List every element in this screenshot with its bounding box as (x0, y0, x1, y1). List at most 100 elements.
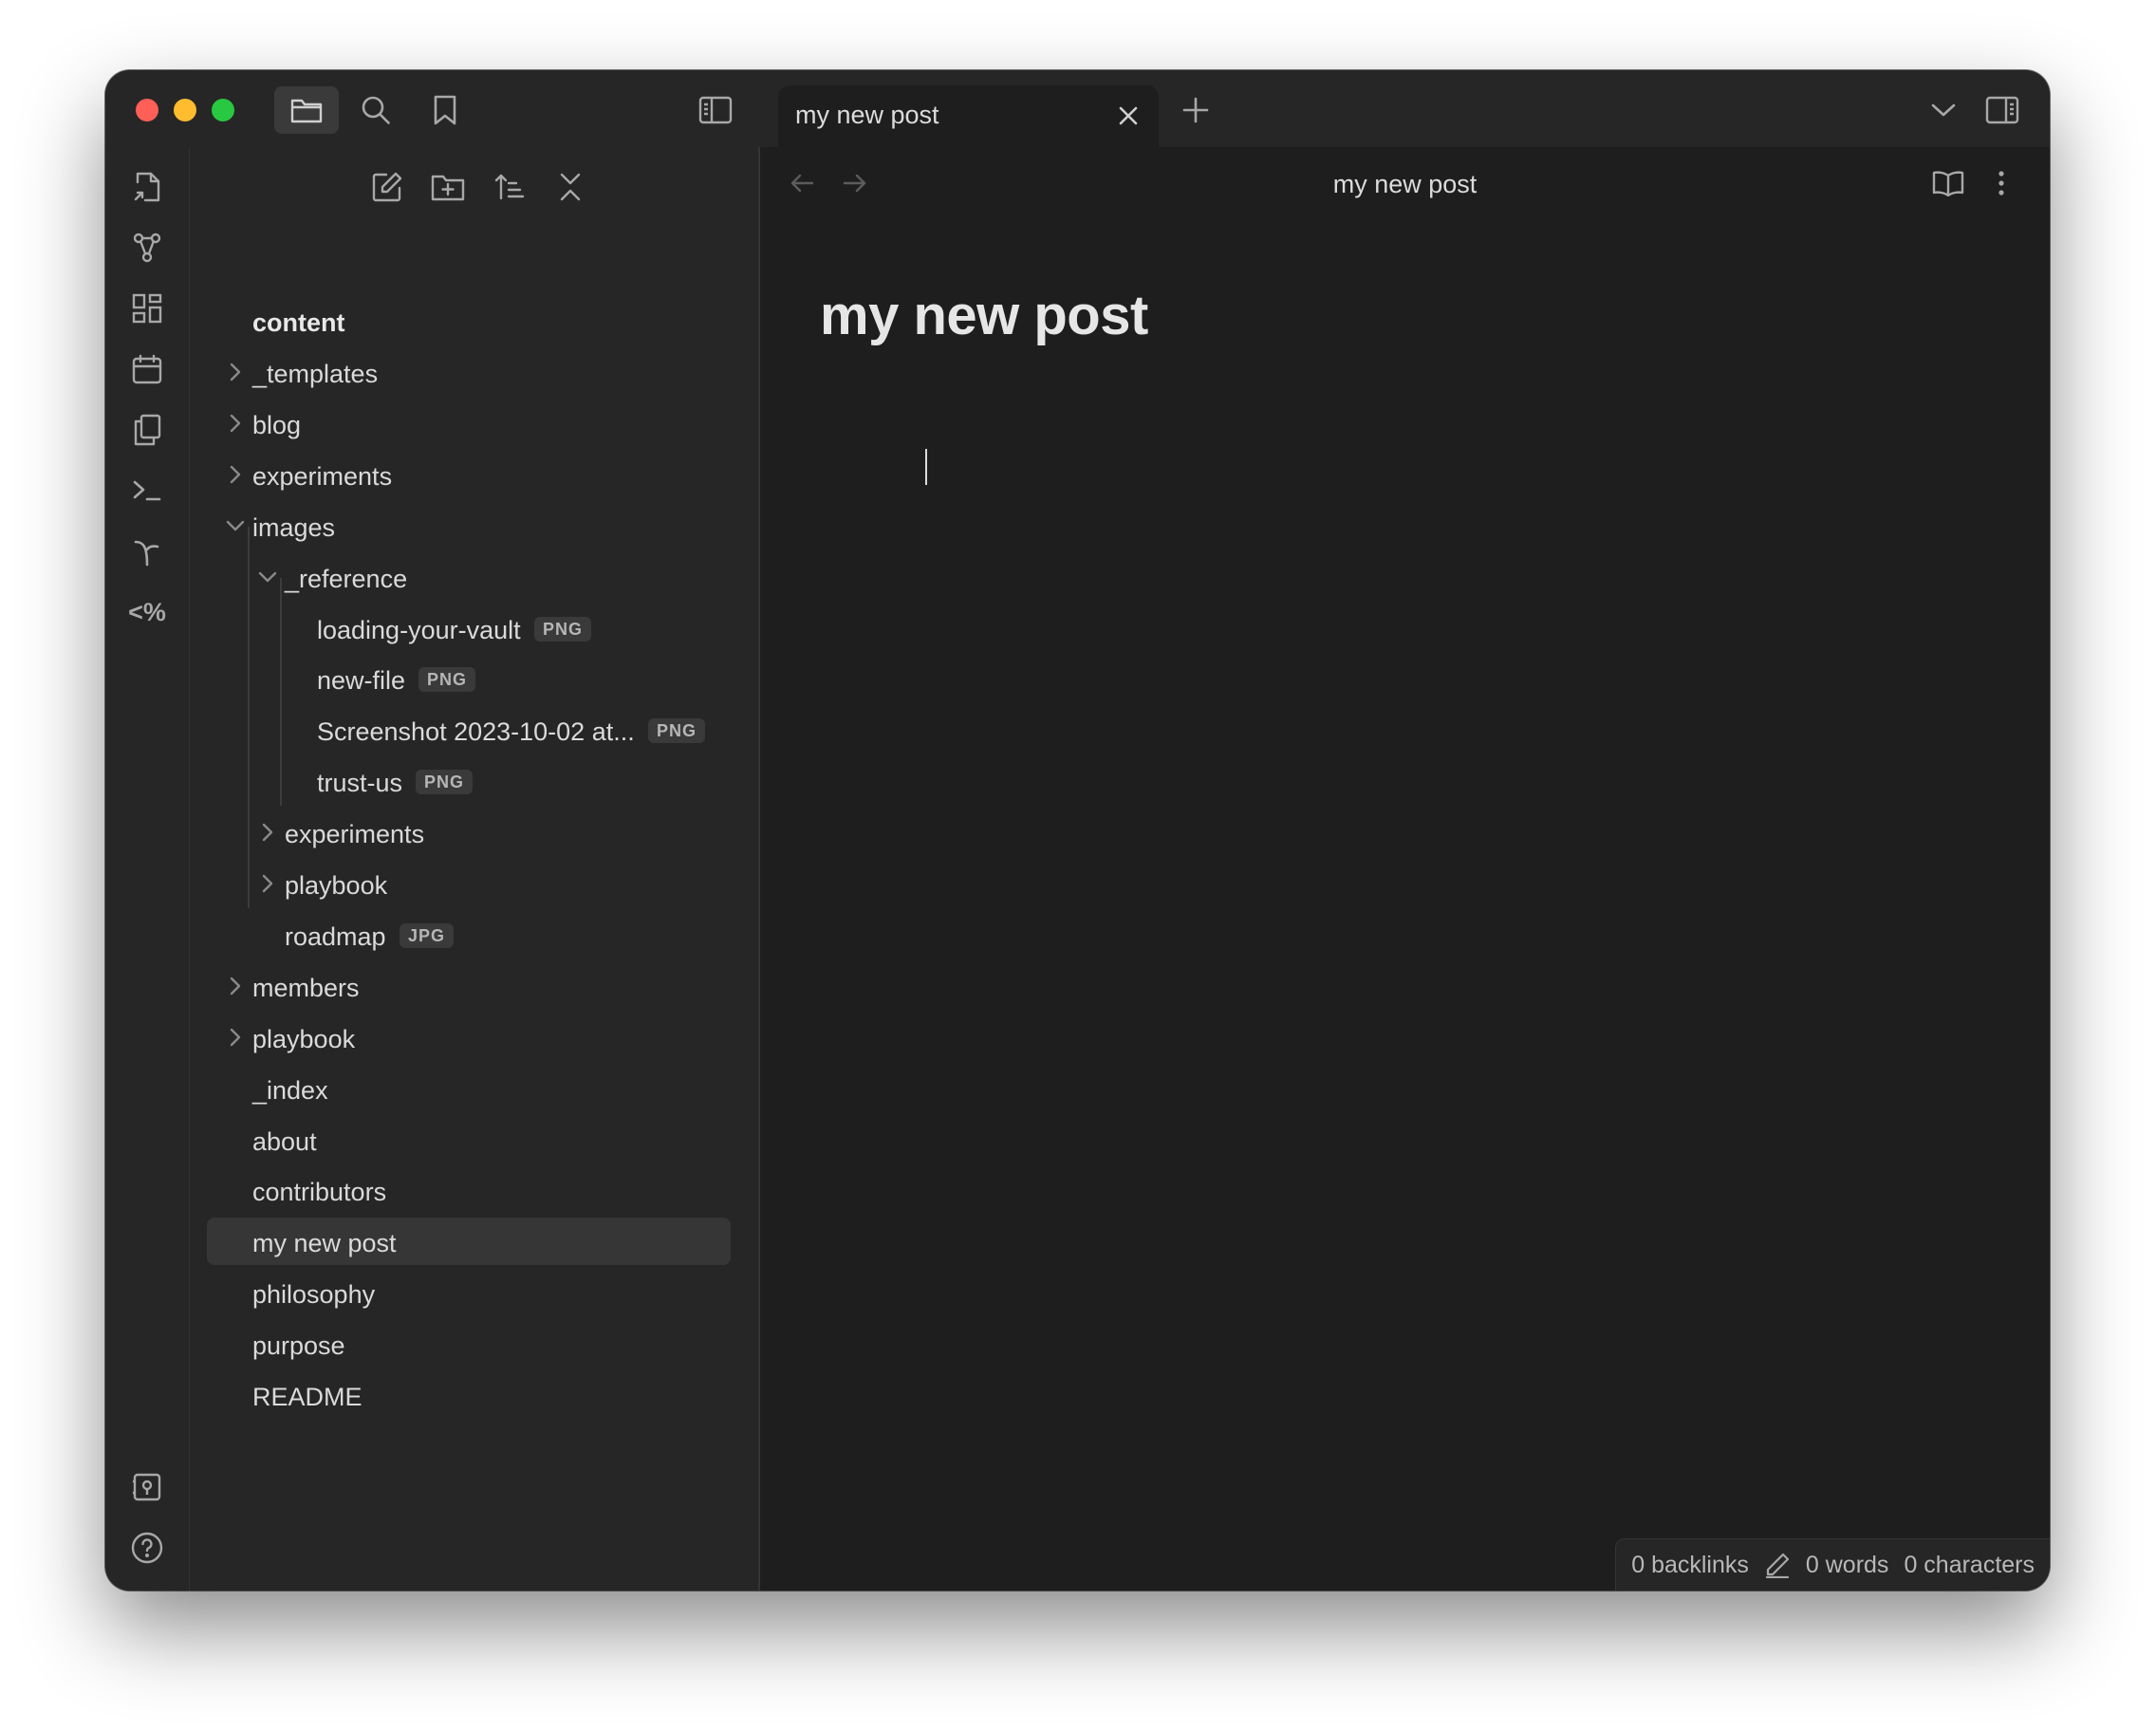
tree-file[interactable]: Screenshot 2023-10-02 at... PNG (207, 706, 731, 754)
tree-file[interactable]: philosophy (207, 1269, 731, 1316)
tree-folder[interactable]: images (207, 502, 731, 549)
bookmarks-tab-button[interactable] (413, 86, 477, 134)
new-folder-button[interactable] (425, 164, 471, 210)
templater-button[interactable]: <% (126, 591, 168, 633)
search-tab-button[interactable] (344, 86, 408, 134)
toggle-right-sidebar-button[interactable] (1975, 86, 2030, 134)
open-quick-switcher-button[interactable] (126, 166, 168, 208)
view-header-title[interactable]: my new post (760, 170, 2050, 199)
more-vertical-icon (1998, 170, 2005, 196)
tree-folder[interactable]: playbook (207, 1014, 731, 1061)
minimize-window-button[interactable] (174, 99, 196, 121)
tree-file[interactable]: contributors (207, 1166, 731, 1214)
new-tab-button[interactable] (1172, 86, 1219, 134)
tree-item-label: _reference (285, 565, 408, 593)
folder-icon (290, 96, 323, 124)
templates-button[interactable] (126, 409, 168, 451)
tree-file[interactable]: my new post (207, 1218, 731, 1265)
edit-icon (371, 171, 403, 203)
copy-icon (133, 414, 161, 446)
more-options-button[interactable] (1982, 164, 2020, 202)
chevron-right-icon[interactable] (224, 463, 247, 486)
chevron-right-icon[interactable] (256, 872, 279, 895)
reading-view-button[interactable] (1929, 164, 1967, 202)
search-icon (361, 95, 391, 125)
tree-file[interactable]: README (207, 1371, 731, 1419)
tree-file[interactable]: loading-your-vault PNG (207, 605, 731, 652)
tree-file[interactable]: new-file PNG (207, 655, 731, 702)
tree-file[interactable]: trust-us PNG (207, 757, 731, 805)
document-title[interactable]: my new post (820, 284, 1148, 347)
tree-file[interactable]: roadmap JPG (207, 911, 731, 959)
tree-folder[interactable]: experiments (207, 451, 731, 498)
sort-button[interactable] (487, 164, 532, 210)
graph-view-icon (132, 232, 162, 264)
chevron-right-icon[interactable] (224, 1026, 247, 1049)
tree-item-label: blog (252, 411, 302, 439)
calendar-icon (132, 354, 162, 384)
folder-plus-icon (431, 172, 465, 202)
tree-item-label: contributors (252, 1178, 387, 1206)
chevron-right-icon[interactable] (256, 821, 279, 844)
status-bar: 0 backlinks 0 words 0 characters (1615, 1538, 2050, 1591)
chevron-down-icon[interactable] (256, 566, 279, 588)
files-tab-button[interactable] (274, 86, 339, 134)
tree-file[interactable]: about (207, 1116, 731, 1163)
new-note-button[interactable] (364, 164, 410, 210)
title-bar: my new post (105, 70, 2050, 147)
tree-item-label: roadmap (285, 922, 386, 951)
graph-view-button[interactable] (126, 227, 168, 269)
chevron-down-icon[interactable] (224, 514, 247, 537)
tree-item-label: members (252, 974, 360, 1002)
pencil-icon[interactable] (1764, 1552, 1791, 1578)
tree-file[interactable]: purpose (207, 1320, 731, 1368)
chevron-right-icon[interactable] (224, 975, 247, 997)
command-palette-button[interactable] (126, 470, 168, 512)
tree-folder[interactable]: members (207, 962, 731, 1010)
tree-item-label: purpose (252, 1331, 345, 1360)
file-extension-badge: PNG (534, 617, 592, 642)
backlinks-count[interactable]: 0 backlinks (1631, 1552, 1749, 1579)
file-extension-badge: PNG (648, 718, 706, 743)
chevron-down-icon (1931, 102, 1956, 118)
tree-folder[interactable]: playbook (207, 860, 731, 907)
tree-item-label: experiments (285, 820, 425, 848)
terminal-icon (132, 478, 162, 503)
tree-file[interactable]: _index (207, 1065, 731, 1112)
chevron-right-icon[interactable] (224, 361, 247, 383)
tree-item-label: playbook (252, 1025, 356, 1053)
sidebar-left-icon (698, 96, 733, 124)
tree-item-label: playbook (285, 871, 388, 900)
canvas-icon (132, 293, 162, 324)
tree-item-label: _index (252, 1076, 328, 1105)
tree-item-label: loading-your-vault (317, 616, 521, 644)
file-extension-badge: PNG (418, 667, 476, 692)
help-icon (131, 1532, 163, 1564)
collapse-all-button[interactable] (548, 164, 593, 210)
vault-switcher-button[interactable] (126, 1466, 168, 1508)
canvas-button[interactable] (126, 288, 168, 329)
help-button[interactable] (126, 1527, 168, 1569)
tree-item-label: Screenshot 2023-10-02 at... (317, 717, 635, 746)
tree-folder[interactable]: experiments (207, 809, 731, 856)
tree-item-label: my new post (252, 1229, 397, 1257)
tab-list-button[interactable] (1920, 86, 1967, 134)
book-open-icon (1932, 170, 1964, 196)
tree-folder[interactable]: _templates (207, 348, 731, 396)
zoom-window-button[interactable] (212, 99, 234, 121)
tree-item-label: new-file (317, 666, 406, 695)
chevron-right-icon[interactable] (224, 412, 247, 435)
toggle-left-sidebar-button[interactable] (683, 86, 748, 134)
daily-note-button[interactable] (126, 348, 168, 390)
vault-icon (132, 1472, 162, 1502)
collapse-icon (558, 172, 583, 202)
publish-button[interactable] (126, 530, 168, 572)
tree-folder[interactable]: _reference (207, 553, 731, 601)
close-tab-button[interactable] (1111, 99, 1145, 133)
tree-root-label: content (252, 308, 345, 337)
tree-folder[interactable]: blog (207, 400, 731, 447)
tree-root[interactable]: content (207, 297, 731, 344)
settings-button[interactable] (126, 1588, 168, 1591)
tab-my-new-post[interactable]: my new post (778, 85, 1159, 147)
close-window-button[interactable] (136, 99, 158, 121)
